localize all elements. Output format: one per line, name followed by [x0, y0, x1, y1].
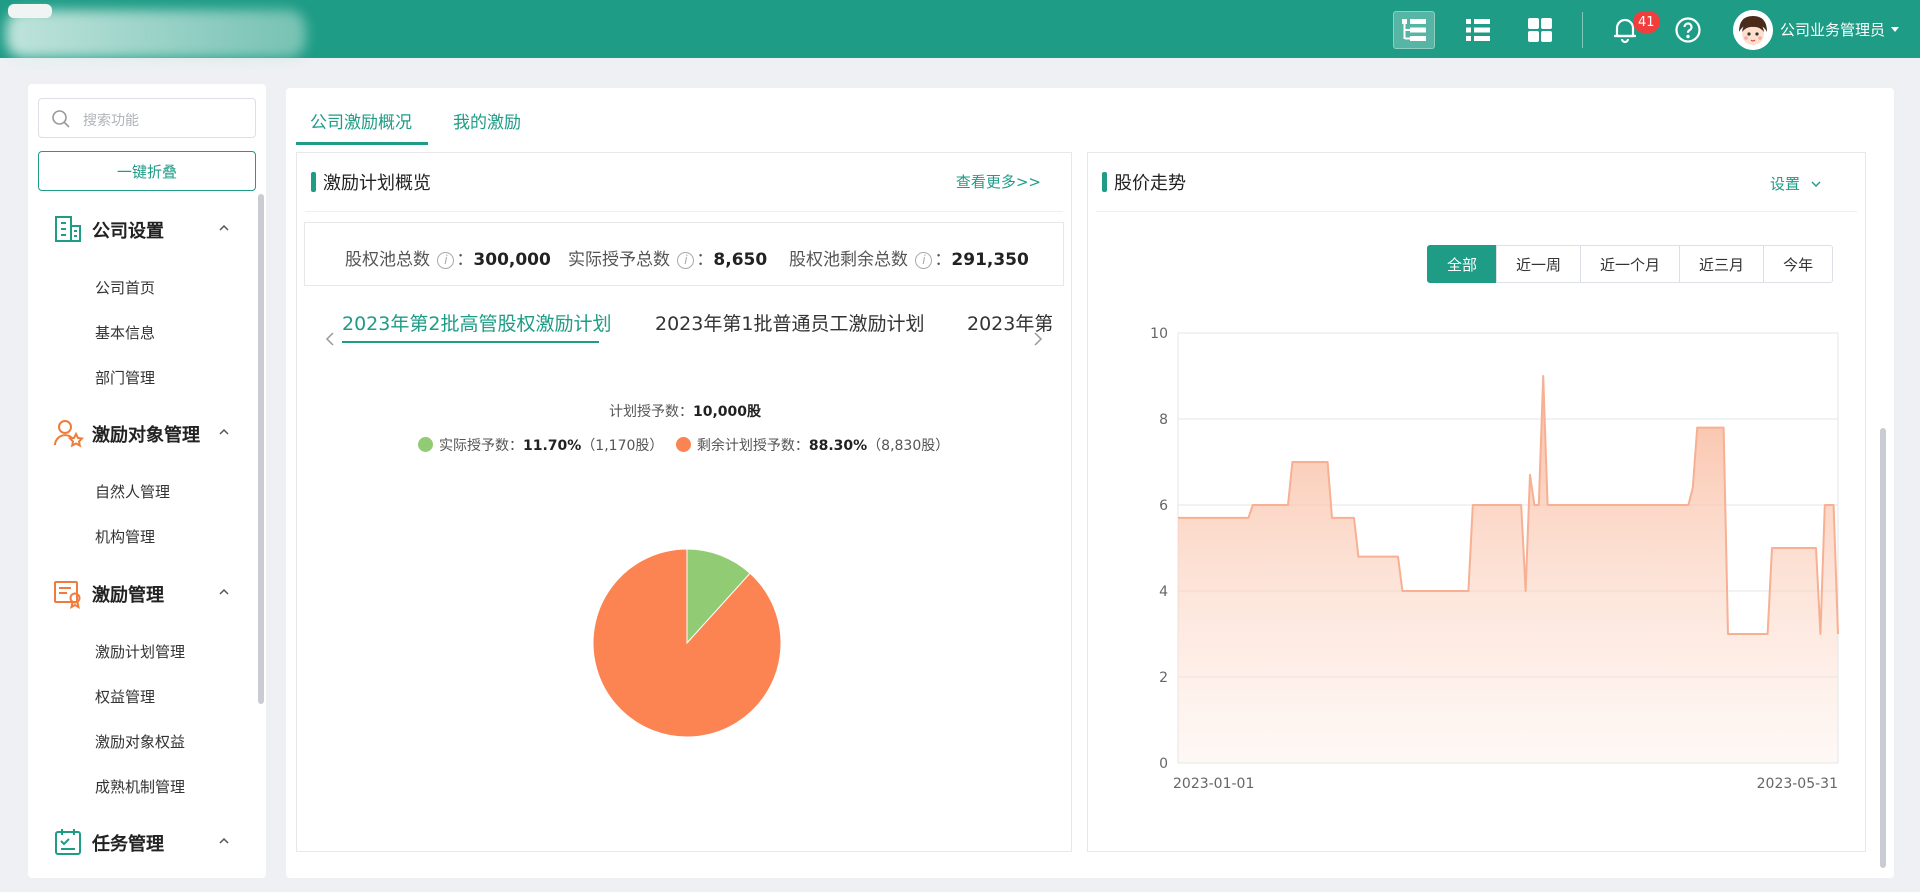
- y-tick-label: 4: [1159, 584, 1168, 600]
- menu-group-label: 任务管理: [92, 834, 164, 855]
- price-area: [1178, 376, 1838, 763]
- y-tick-label: 8: [1159, 412, 1168, 428]
- menu-group-label: 公司设置: [92, 221, 164, 242]
- range-ytd-button[interactable]: 今年: [1763, 245, 1834, 283]
- x-tick-label: 2023-01-01: [1173, 776, 1254, 792]
- sidebar: 搜索功能 一键折叠 公司设置 公司首页 基本信息 部门管理 激励对象管理 自然人…: [28, 84, 266, 878]
- stock-panel: 股价走势 设置 全部 近一周 近一个月 近三月 今年 0 2 4 6 8 10 2023-0…: [1087, 152, 1866, 852]
- range-week-button[interactable]: 近一周: [1496, 245, 1582, 283]
- stat-pool-total: 股权池总数 i ：300,000: [345, 250, 551, 270]
- main-content: 公司激励概况 我的激励 激励计划概览 查看更多>> 股权池总数 i ：300,00…: [286, 88, 1894, 878]
- notification-badge: 41: [1633, 11, 1660, 33]
- range-selector: 全部 近一周 近一个月 近三月 今年: [1427, 245, 1834, 283]
- tab-my-incentive[interactable]: 我的激励: [453, 108, 521, 133]
- legend-dot: [675, 437, 691, 452]
- menu-group-task-management[interactable]: 任务管理: [28, 820, 258, 864]
- y-tick-label: 10: [1150, 326, 1168, 342]
- overview-title: 激励计划概览: [311, 169, 431, 195]
- search-input[interactable]: 搜索功能: [38, 98, 256, 138]
- chevron-down-icon: [1811, 181, 1821, 187]
- sidebar-item-vesting-mechanism[interactable]: 成熟机制管理: [95, 776, 185, 797]
- stock-price-chart: 0 2 4 6 8 10 2023-01-01 2023-05-31: [1150, 326, 1839, 792]
- logo: [6, 10, 306, 58]
- list-view-icon[interactable]: [1457, 11, 1499, 49]
- logo-mark: [8, 4, 52, 18]
- active-tab-indicator: [296, 142, 428, 145]
- sidebar-item-target-equity[interactable]: 激励对象权益: [95, 731, 185, 752]
- sidebar-item-plan-management[interactable]: 激励计划管理: [95, 641, 185, 662]
- info-icon[interactable]: i: [677, 252, 695, 269]
- help-icon[interactable]: [1667, 11, 1709, 49]
- grant-pie-chart: [592, 548, 782, 738]
- chevron-up-icon[interactable]: [218, 835, 230, 847]
- stats-box: 股权池总数 i ：300,000 实际授予总数 i ：8,650 股权池剩余总数 i…: [304, 222, 1064, 286]
- legend-item-actual[interactable]: 实际授予数：11.70%（1,170股）: [418, 437, 663, 454]
- pie-legend: 实际授予数：11.70%（1,170股） 剩余计划授予数：88.30%（8,83…: [418, 435, 949, 455]
- tab-company-overview[interactable]: 公司激励概况: [310, 108, 412, 133]
- grid-view-icon[interactable]: [1519, 11, 1561, 49]
- range-all-button[interactable]: 全部: [1427, 245, 1498, 283]
- info-icon[interactable]: i: [915, 252, 933, 269]
- top-bar: 41 公司业务管理员: [0, 0, 1920, 58]
- chevron-up-icon[interactable]: [218, 426, 230, 438]
- collapse-all-button[interactable]: 一键折叠: [38, 151, 256, 191]
- tree-view-icon[interactable]: [1393, 11, 1435, 49]
- certificate-icon: [54, 581, 81, 609]
- pie-slice-remaining[interactable]: [592, 548, 782, 738]
- search-icon: [52, 110, 70, 128]
- sidebar-item-company-home[interactable]: 公司首页: [95, 277, 155, 298]
- stock-title: 股价走势: [1102, 169, 1186, 195]
- sidebar-scrollbar[interactable]: [258, 194, 264, 704]
- plan-tabs: 2023年第2批高管股权激励计划 2023年第1批普通员工激励计划 2023年第…: [322, 293, 1052, 343]
- user-name[interactable]: 公司业务管理员: [1780, 19, 1885, 40]
- y-tick-label: 2: [1159, 670, 1168, 686]
- menu-group-incentive-management[interactable]: 激励管理: [28, 571, 258, 615]
- calendar-check-icon: [55, 829, 81, 855]
- stat-pool-remaining: 股权池剩余总数 i ：291,350: [789, 250, 1029, 270]
- overview-panel: 激励计划概览 查看更多>> 股权池总数 i ：300,000 实际授予总数 i ：8…: [296, 152, 1072, 852]
- y-tick-label: 0: [1159, 756, 1168, 772]
- plan-tab[interactable]: 2023年第1批普通员工激励计划: [655, 309, 924, 336]
- x-tick-label: 2023-05-31: [1757, 776, 1838, 792]
- chevron-up-icon[interactable]: [218, 586, 230, 598]
- planned-grant: 计划授予数：10,000股: [609, 404, 762, 420]
- main-scrollbar[interactable]: [1880, 428, 1886, 868]
- chevron-up-icon[interactable]: [218, 222, 230, 234]
- menu-group-label: 激励管理: [92, 585, 164, 606]
- plan-tab[interactable]: 2023年第2批高管股权激励计划: [342, 309, 611, 336]
- view-more-link[interactable]: 查看更多>>: [956, 171, 1041, 192]
- legend-dot: [418, 437, 433, 452]
- sidebar-item-equity-management[interactable]: 权益管理: [95, 686, 155, 707]
- menu-group-company-settings[interactable]: 公司设置: [28, 207, 258, 251]
- range-3month-button[interactable]: 近三月: [1679, 245, 1765, 283]
- divider: [1096, 211, 1857, 212]
- range-month-button[interactable]: 近一个月: [1580, 245, 1681, 283]
- caret-down-icon[interactable]: [1890, 22, 1900, 38]
- sidebar-item-basic-info[interactable]: 基本信息: [95, 322, 155, 343]
- active-plan-indicator: [342, 341, 599, 343]
- sidebar-item-departments[interactable]: 部门管理: [95, 367, 155, 388]
- plan-tab[interactable]: 2023年第1批: [967, 309, 1052, 336]
- divider: [1582, 12, 1583, 48]
- avatar[interactable]: [1733, 10, 1773, 50]
- y-tick-label: 6: [1159, 498, 1168, 514]
- user-star-icon: [54, 420, 84, 448]
- settings-dropdown[interactable]: 设置: [1770, 173, 1821, 194]
- sidebar-item-institutions[interactable]: 机构管理: [95, 526, 155, 547]
- menu-group-incentive-targets[interactable]: 激励对象管理: [28, 411, 258, 455]
- divider: [305, 211, 1063, 212]
- search-placeholder: 搜索功能: [83, 113, 139, 129]
- stat-granted-total: 实际授予总数 i ：8,650: [568, 250, 768, 270]
- info-icon[interactable]: i: [437, 252, 455, 269]
- building-icon: [55, 216, 81, 242]
- menu-group-label: 激励对象管理: [92, 425, 200, 446]
- sidebar-item-natural-persons[interactable]: 自然人管理: [95, 481, 170, 502]
- legend-item-remaining[interactable]: 剩余计划授予数：88.30%（8,830股）: [675, 437, 949, 454]
